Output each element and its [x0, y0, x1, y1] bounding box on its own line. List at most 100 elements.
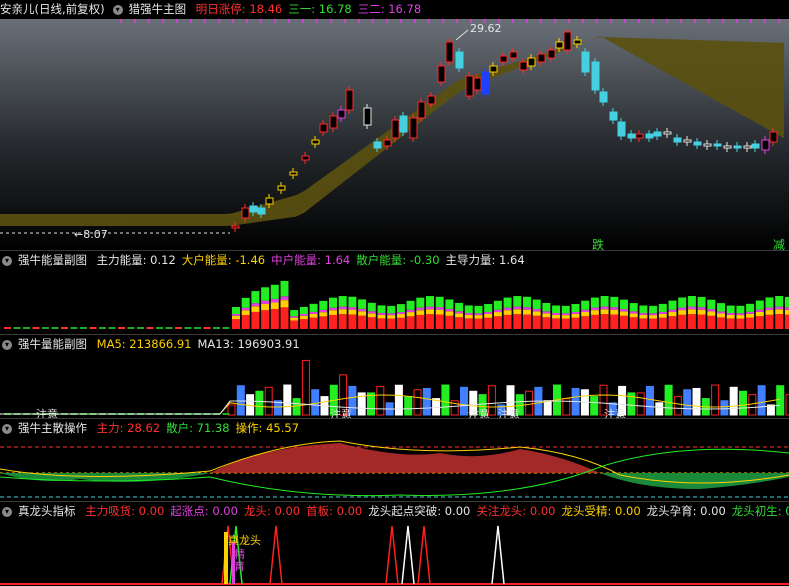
indicator-toggle-icon[interactable]: ▾ [2, 506, 12, 517]
energy-bar-main [358, 315, 367, 329]
energy-bar-big [639, 314, 648, 319]
volume-bar [590, 396, 599, 416]
indicator-item-value: 0.00 [696, 504, 726, 518]
energy-bar-retail [658, 303, 667, 312]
energy-bar-retail [726, 305, 735, 314]
dragon-head-indicator-name[interactable]: 真龙头指标 [18, 504, 76, 518]
energy-bar-mid [319, 309, 328, 313]
energy-bar-retail [299, 306, 308, 314]
energy-bar-retail [784, 296, 789, 308]
energy-bar-main [445, 315, 454, 329]
energy-bar-mid [571, 311, 580, 314]
energy-bar-low [137, 327, 144, 329]
candle [337, 109, 346, 119]
energy-bar-big [503, 310, 512, 315]
main-chart-header: 安亲儿(日线,前复权) ▾ 猎强牛主图 明日涨停: 18.46 三一: 16.78 三二… [0, 0, 789, 19]
indicator-toggle-icon[interactable]: ▾ [2, 339, 12, 350]
energy-bar-big [464, 314, 473, 319]
energy-bar-mid [620, 309, 628, 312]
main-chart-panel[interactable]: 安亲儿(日线,前复权) ▾ 猎强牛主图 明日涨停: 18.46 三一: 16.78 三二… [0, 0, 789, 250]
indicator-item-label: MA13: [197, 337, 234, 351]
energy-bar-low [118, 327, 125, 329]
energy-bar-retail [251, 291, 260, 304]
energy-bar-low [156, 327, 163, 329]
energy-bar-mid [309, 311, 318, 314]
indicator-toggle-icon[interactable]: ▾ [112, 4, 123, 15]
energy-bar-retail [348, 296, 357, 308]
main-chart-canvas[interactable] [0, 0, 789, 250]
energy-bar-retail [445, 299, 454, 309]
energy-indicator-name[interactable]: 强牛能量副图 [18, 253, 87, 267]
dragon-head-panel[interactable]: ▾ 真龙头指标 主力吸货: 0.00 起涨点: 0.00 龙头: 0.00 首板: 0.… [0, 502, 789, 586]
energy-bar-retail [746, 303, 755, 312]
candle [673, 137, 682, 143]
energy-bar-retail [620, 299, 628, 310]
candle [249, 205, 258, 213]
top-marker [162, 19, 164, 23]
energy-bar-main [717, 317, 725, 329]
energy-bar-mid [523, 307, 531, 310]
energy-bar-main [464, 318, 473, 329]
main-retail-indicator-name[interactable]: 强牛主散操作 [18, 421, 87, 435]
indicator-item-value: 213866.91 [125, 337, 192, 351]
volume-bar [729, 386, 738, 416]
energy-bar-retail [532, 299, 541, 309]
volume-bar [664, 384, 673, 416]
indicator-item-value: 196903.91 [233, 337, 300, 351]
energy-bar-main [561, 318, 570, 329]
energy-bar-retail [464, 305, 473, 313]
indicator-item-label: 关注龙头: [476, 504, 527, 518]
energy-bar-big [241, 310, 250, 315]
energy-bar-mid [299, 313, 308, 316]
indicator-item-value: 0.00 [441, 504, 471, 518]
low-price-label: ←8.07 [74, 228, 108, 241]
indicator-item-value: 0.00 [785, 504, 789, 518]
energy-bar-retail [338, 296, 347, 307]
top-marker [204, 19, 206, 23]
candle [527, 57, 536, 67]
candle [489, 65, 498, 73]
energy-bar-mid [493, 309, 502, 313]
energy-bar-retail [755, 300, 764, 310]
low-price-value: 8.07 [83, 228, 108, 241]
top-marker [344, 19, 346, 23]
energy-bar-big [775, 309, 784, 315]
energy-subchart-panel[interactable]: ▾ 强牛能量副图 主力能量: 0.12 大户能量: -1.46 中户能量: 1.64 散… [0, 251, 789, 334]
energy-bar-big [532, 311, 541, 316]
volume-bar [236, 385, 245, 416]
energy-bar-mid [270, 298, 279, 303]
candle [509, 51, 518, 59]
main-indicator-name[interactable]: 猎强牛主图 [129, 2, 187, 16]
candle [465, 75, 474, 97]
energy-bar-retail [523, 296, 531, 308]
energy-bar-retail [590, 297, 599, 308]
candle [751, 143, 760, 149]
energy-bar-main [338, 314, 347, 329]
energy-bar-main [581, 316, 590, 329]
energy-bar-big [513, 309, 522, 315]
energy-bar-big [406, 312, 415, 317]
energy-bar-low [222, 327, 230, 329]
energy-bar-main [687, 314, 696, 329]
top-marker [148, 19, 150, 23]
energy-bar-mid [416, 307, 425, 311]
energy-bar-main [610, 314, 619, 329]
top-marker [582, 19, 584, 23]
energy-bar-main [523, 314, 531, 329]
volume-indicator-name[interactable]: 强牛量能副图 [18, 337, 87, 351]
volume-subchart-panel[interactable]: ▾ 强牛量能副图 MA5: 213866.91 MA13: 196903.91 注意… [0, 335, 789, 418]
top-marker [288, 19, 290, 23]
candle [499, 55, 508, 63]
indicator-toggle-icon[interactable]: ▾ [2, 255, 12, 266]
main-retail-panel[interactable]: ▾ 强牛主散操作 主力: 28.62 散户: 71.38 操作: 45.57 [0, 419, 789, 501]
indicator-toggle-icon[interactable]: ▾ [2, 423, 12, 434]
energy-bar-big [561, 315, 570, 319]
candle [417, 101, 426, 119]
energy-bar-mid [464, 312, 473, 315]
energy-bar-big [280, 300, 289, 308]
volume-bar [301, 359, 310, 416]
indicator-item-label: 大户能量: [181, 253, 232, 267]
main-indicator-values: 明日涨停: 18.46 三一: 16.78 三二: 16.78 [196, 2, 427, 16]
energy-bar-main [484, 317, 493, 329]
indicator-item-label: 散户能量: [356, 253, 407, 267]
